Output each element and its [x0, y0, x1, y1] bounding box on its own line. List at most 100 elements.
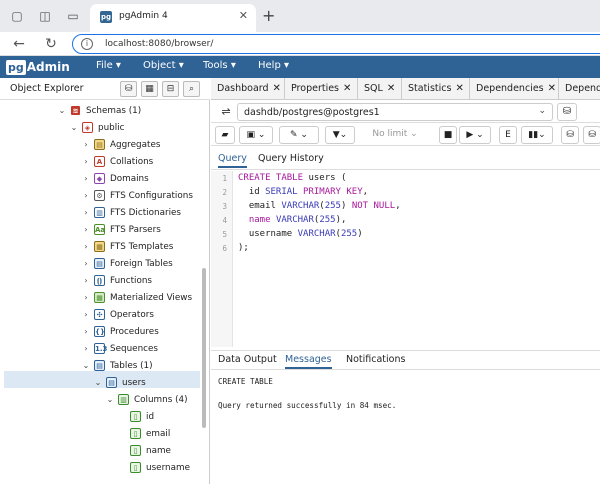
- tab-messages[interactable]: Messages: [285, 354, 332, 369]
- close-icon[interactable]: ✕: [387, 83, 395, 94]
- sql-editor[interactable]: 1 2 3 4 5 6 CREATE TABLE users ( id SERI…: [211, 171, 600, 347]
- tree-node[interactable]: › ✣ Operators: [80, 306, 154, 323]
- tab-query[interactable]: Query: [218, 153, 247, 168]
- open-file-icon[interactable]: ▰: [215, 126, 235, 144]
- site-info-icon[interactable]: i: [81, 38, 93, 50]
- chevron-right-icon[interactable]: ›: [80, 259, 92, 268]
- tree-scrollbar[interactable]: [201, 108, 207, 448]
- commit-icon[interactable]: ⛁: [561, 126, 579, 144]
- chevron-right-icon[interactable]: ›: [80, 310, 92, 319]
- tree-node[interactable]: › ▤ Aggregates: [80, 136, 160, 153]
- chevron-down-icon[interactable]: ⌄: [80, 361, 92, 370]
- workspaces-icon[interactable]: ◫: [38, 9, 52, 23]
- tree-node[interactable]: ⌄ ▤ users: [92, 374, 146, 391]
- search-icon[interactable]: ⌕: [183, 81, 200, 97]
- chevron-right-icon[interactable]: ›: [80, 344, 92, 353]
- dock-tab-bar: Dashboard ✕ Properties ✕ SQL ✕ Statistics ✕ …: [211, 78, 600, 100]
- filter-rows-icon[interactable]: ⊟: [162, 81, 179, 97]
- chevron-right-icon[interactable]: ›: [80, 140, 92, 149]
- rollback-icon[interactable]: ⛁: [583, 126, 600, 144]
- connection-select[interactable]: dashdb/postgres@postgres1 ⌄: [237, 103, 553, 121]
- procedure-icon: {}: [94, 326, 105, 337]
- tab-dependents[interactable]: Dependents: [559, 78, 600, 99]
- fts-template-icon: ▦: [94, 241, 105, 252]
- tab-properties[interactable]: Properties ✕: [285, 78, 358, 99]
- menu-object[interactable]: Object ▾: [143, 60, 184, 71]
- menu-file[interactable]: File ▾: [96, 60, 121, 71]
- chevron-down-icon[interactable]: ⌄: [104, 395, 116, 404]
- tree-node[interactable]: › A Collations: [80, 153, 153, 170]
- tree-node-label: Tables (1): [110, 360, 153, 371]
- close-icon[interactable]: ✕: [343, 83, 351, 94]
- close-tab-icon[interactable]: ✕: [239, 9, 248, 22]
- pgadmin-logo: pg Admin: [6, 59, 70, 75]
- tree-node[interactable]: › ▤ Foreign Tables: [80, 255, 173, 272]
- tab-query-history[interactable]: Query History: [258, 153, 324, 164]
- function-icon: ⦗⦘: [94, 275, 105, 286]
- view-data-icon[interactable]: ▦: [141, 81, 158, 97]
- tree-node[interactable]: › ▦ Materialized Views: [80, 289, 192, 306]
- tree-node[interactable]: › ◆ Domains: [80, 170, 149, 187]
- column-icon: ▯: [130, 445, 141, 456]
- database-icon[interactable]: ⛁: [557, 103, 577, 121]
- chevron-right-icon[interactable]: ›: [80, 157, 92, 166]
- chevron-right-icon[interactable]: ›: [80, 276, 92, 285]
- tab-dashboard-label: Dashboard: [217, 83, 269, 94]
- window-menu-icon[interactable]: ▢: [10, 9, 24, 23]
- tree-node[interactable]: ⌄ ◈ public: [68, 119, 124, 136]
- tree-node[interactable]: › ▥ FTS Dictionaries: [80, 204, 181, 221]
- tree-node[interactable]: › ⦗⦘ Functions: [80, 272, 152, 289]
- execute-button[interactable]: ▶ ⌄: [459, 126, 491, 144]
- stop-icon[interactable]: ■: [439, 126, 457, 144]
- menu-tools[interactable]: Tools ▾: [203, 60, 236, 71]
- line-number: 6: [222, 244, 227, 253]
- tab-dependencies[interactable]: Dependencies ✕: [470, 78, 559, 99]
- tab-actions-icon[interactable]: ▭: [66, 9, 80, 23]
- chevron-down-icon[interactable]: ⌄: [68, 123, 80, 132]
- chevron-down-icon[interactable]: ⌄: [92, 378, 104, 387]
- tree-node[interactable]: › ⚙ FTS Configurations: [80, 187, 193, 204]
- tree-node[interactable]: ▯ username: [116, 459, 190, 476]
- back-icon[interactable]: ←: [10, 35, 28, 53]
- tab-dashboard[interactable]: Dashboard ✕: [211, 78, 285, 99]
- close-icon[interactable]: ✕: [455, 83, 463, 94]
- browser-tab[interactable]: pg pgAdmin 4 ✕: [90, 4, 256, 32]
- tree-node[interactable]: › 1.3 Sequences: [80, 340, 158, 357]
- tree-node[interactable]: ▯ email: [116, 425, 170, 442]
- reload-icon[interactable]: ↻: [42, 35, 60, 53]
- url-field[interactable]: i localhost:8080/browser/: [72, 34, 600, 54]
- tab-statistics[interactable]: Statistics ✕: [402, 78, 470, 99]
- close-icon[interactable]: ✕: [273, 83, 281, 94]
- chevron-down-icon[interactable]: ⌄: [56, 106, 68, 115]
- tree-node[interactable]: ⌄ ▥ Columns (4): [104, 391, 188, 408]
- chevron-right-icon[interactable]: ›: [80, 191, 92, 200]
- plug-icon[interactable]: ⇌: [219, 105, 233, 119]
- tree-scrollbar-thumb[interactable]: [202, 268, 206, 428]
- edit-button[interactable]: ✎ ⌄: [279, 126, 319, 144]
- chevron-right-icon[interactable]: ›: [80, 208, 92, 217]
- tab-notifications[interactable]: Notifications: [346, 354, 405, 365]
- chevron-right-icon[interactable]: ›: [80, 293, 92, 302]
- explain-analyze-button[interactable]: ▮▮⌄: [521, 126, 553, 144]
- chevron-right-icon[interactable]: ›: [80, 225, 92, 234]
- tree-node[interactable]: ▯ id: [116, 408, 154, 425]
- tree-node[interactable]: › Aa FTS Parsers: [80, 221, 161, 238]
- save-file-button[interactable]: ▣ ⌄: [239, 126, 273, 144]
- filter-icon[interactable]: ▼⌄: [325, 126, 355, 144]
- close-icon[interactable]: ✕: [548, 83, 556, 94]
- tree-node[interactable]: ⌄ ▤ Tables (1): [80, 357, 153, 374]
- tab-sql[interactable]: SQL ✕: [358, 78, 402, 99]
- chevron-right-icon[interactable]: ›: [80, 242, 92, 251]
- query-tool-icon[interactable]: ⛁: [120, 81, 137, 97]
- explain-icon[interactable]: E: [499, 126, 517, 144]
- tree-node[interactable]: ›{} Procedures: [80, 323, 159, 340]
- new-tab-button[interactable]: +: [262, 6, 275, 25]
- limit-select[interactable]: No limit ⌄: [359, 126, 431, 144]
- tree-node[interactable]: ▯ name: [116, 442, 171, 459]
- tree-node[interactable]: › ▦ FTS Templates: [80, 238, 173, 255]
- chevron-right-icon[interactable]: ›: [80, 327, 92, 336]
- menu-help[interactable]: Help ▾: [258, 60, 289, 71]
- chevron-right-icon[interactable]: ›: [80, 174, 92, 183]
- tree-node[interactable]: ⌄ ≋ Schemas (1): [56, 102, 141, 119]
- tab-data-output[interactable]: Data Output: [218, 354, 277, 365]
